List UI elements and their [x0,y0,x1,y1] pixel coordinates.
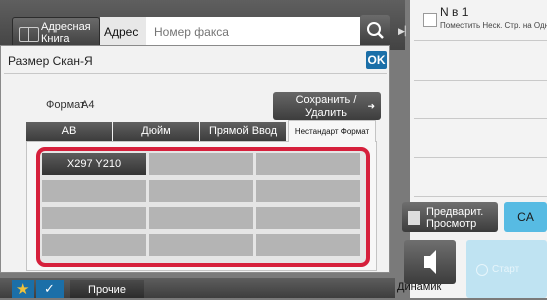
size-cell[interactable] [42,207,146,229]
size-cell[interactable] [256,153,360,175]
search-icon [367,22,384,39]
address-book-label: Адресная Книга [41,21,91,45]
start-icon [476,264,488,276]
size-cell[interactable]: X297 Y210 [42,153,146,175]
job-subtitle: Поместить Неск. Стр. на Одной [440,21,547,30]
start-label: Старт [492,264,520,275]
size-cell[interactable] [149,234,253,256]
size-cell[interactable] [149,180,253,202]
size-cell[interactable] [256,234,360,256]
panel-divider [414,40,547,41]
panel-divider [414,118,547,119]
dialog-divider [4,73,387,74]
save-delete-label: Сохранить /Удалить [295,94,357,119]
preview-button[interactable]: Предварит. Просмотр [402,202,498,232]
arrow-right-icon: ➜ [367,101,375,111]
ok-button[interactable]: OK [366,51,387,69]
size-cell[interactable] [149,207,253,229]
tab-custom-format[interactable]: Нестандарт Формат [288,120,376,142]
size-cell[interactable] [149,153,253,175]
tab-direct-input[interactable]: Прямой Ввод [200,122,286,141]
fax-number-input[interactable] [146,17,360,47]
address-book-icon [19,27,39,42]
speaker-label: Динамик [397,281,442,293]
search-button[interactable] [360,15,390,47]
size-cell[interactable] [42,180,146,202]
save-delete-button[interactable]: Сохранить /Удалить ➜ [273,92,381,120]
panel-divider [414,157,547,158]
favorites-button[interactable]: ★ [12,280,34,298]
job-title: N в 1 [440,5,469,19]
speaker-button[interactable] [404,240,456,284]
address-label: Адрес [104,25,139,39]
check-button[interactable]: ✓ [36,280,64,298]
job-checkbox[interactable] [423,13,437,27]
panel-divider [414,80,547,81]
size-cell[interactable] [256,207,360,229]
star-icon: ★ [16,281,30,298]
speaker-icon [424,250,436,274]
start-button[interactable]: Старт [466,240,547,298]
panel-divider [414,196,547,197]
ca-button[interactable]: CA [504,202,547,232]
preview-icon [408,211,420,225]
other-button[interactable]: Прочие [70,280,144,298]
size-cell[interactable] [42,234,146,256]
format-value: A4 [81,99,95,111]
preview-label: Предварит. Просмотр [426,206,484,230]
tab-ab[interactable]: AB [26,122,112,141]
tab-inch[interactable]: Дюйм [113,122,199,141]
size-cell[interactable] [256,180,360,202]
check-icon: ✓ [44,281,55,296]
custom-size-grid: X297 Y210 [36,147,370,267]
dialog-title: Размер Скан-Я [8,54,93,68]
format-label: Формат [46,99,86,111]
